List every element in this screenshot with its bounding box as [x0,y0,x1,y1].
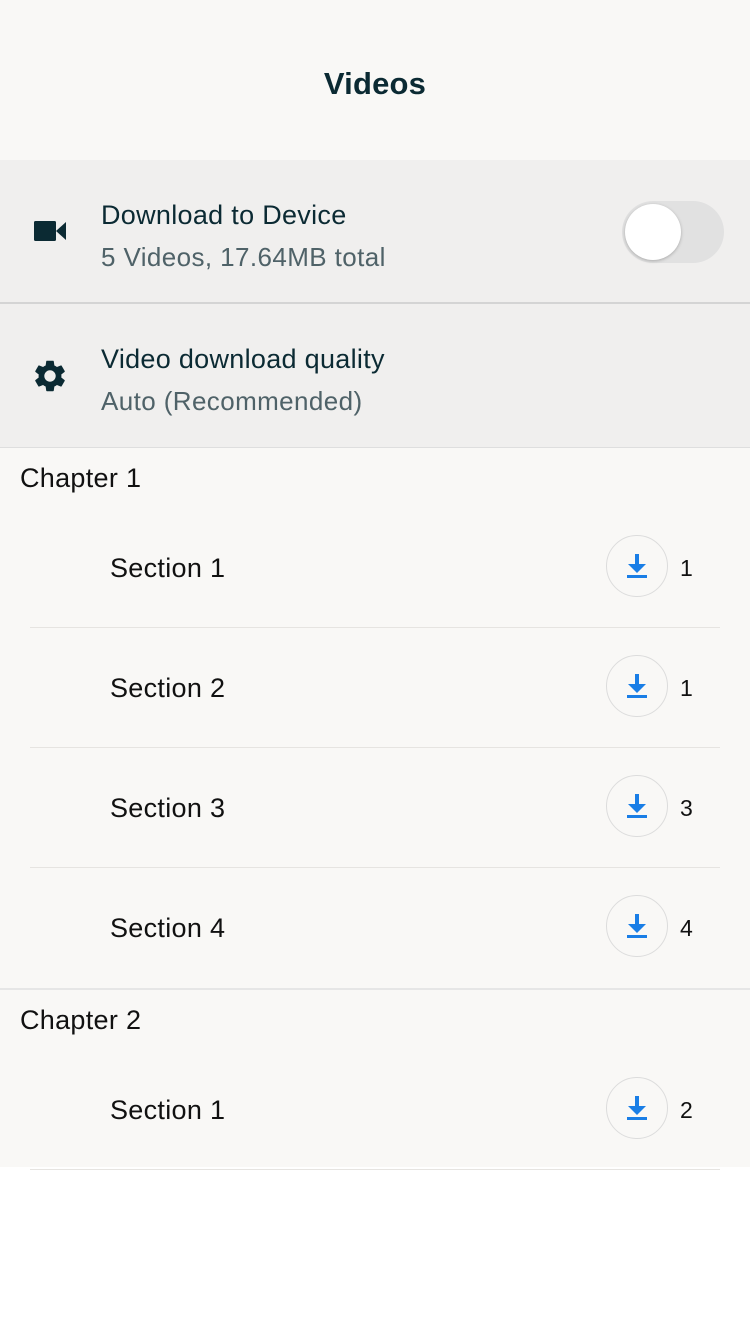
quality-setting-texts: Video download quality Auto (Recommended… [101,342,385,418]
toggle-knob [625,204,681,260]
section-label: Section 1 [110,1095,226,1125]
video-quality-row[interactable]: Video download quality Auto (Recommended… [0,304,750,448]
chapter-title: Chapter 1 [20,463,142,493]
download-icon [627,914,647,938]
quality-setting-title: Video download quality [101,344,385,374]
download-button[interactable] [606,775,668,837]
chapter-2: Chapter 2 Section 1 2 [0,988,750,1170]
download-setting-title: Download to Device [101,200,347,230]
section-label: Section 1 [110,553,226,583]
video-count: 4 [680,915,693,941]
section-label: Section 3 [110,793,226,823]
quality-setting-subtitle: Auto (Recommended) [101,386,363,416]
video-count: 1 [680,675,693,701]
chapter-title: Chapter 2 [20,1005,142,1035]
header: Videos [0,0,750,160]
video-count: 2 [680,1097,693,1123]
download-button[interactable] [606,895,668,957]
download-to-device-row[interactable]: Download to Device 5 Videos, 17.64MB tot… [0,160,750,304]
section-row[interactable]: Section 1 1 [30,508,720,628]
section-row[interactable]: Section 2 1 [30,628,720,748]
download-icon [627,554,647,578]
download-button[interactable] [606,535,668,597]
download-icon [627,1096,647,1120]
video-count: 1 [680,555,693,581]
download-button[interactable] [606,655,668,717]
chapter-1: Chapter 1 Section 1 1 Section 2 1 Sectio… [0,448,750,988]
section-row[interactable]: Section 1 2 [30,1050,720,1170]
section-label: Section 4 [110,913,226,943]
section-label: Section 2 [110,673,226,703]
section-row[interactable]: Section 3 3 [30,748,720,868]
download-setting-texts: Download to Device 5 Videos, 17.64MB tot… [101,198,386,274]
gear-icon [30,356,70,396]
download-toggle[interactable] [622,201,724,263]
video-count: 3 [680,795,693,821]
section-row[interactable]: Section 4 4 [30,868,720,988]
download-setting-subtitle: 5 Videos, 17.64MB total [101,242,386,272]
video-camera-icon [30,211,70,251]
download-button[interactable] [606,1077,668,1139]
page-title: Videos [323,66,427,101]
download-icon [627,794,647,818]
download-icon [627,674,647,698]
videos-screen: Videos Download to Device 5 Videos, 17.6… [0,0,750,1170]
